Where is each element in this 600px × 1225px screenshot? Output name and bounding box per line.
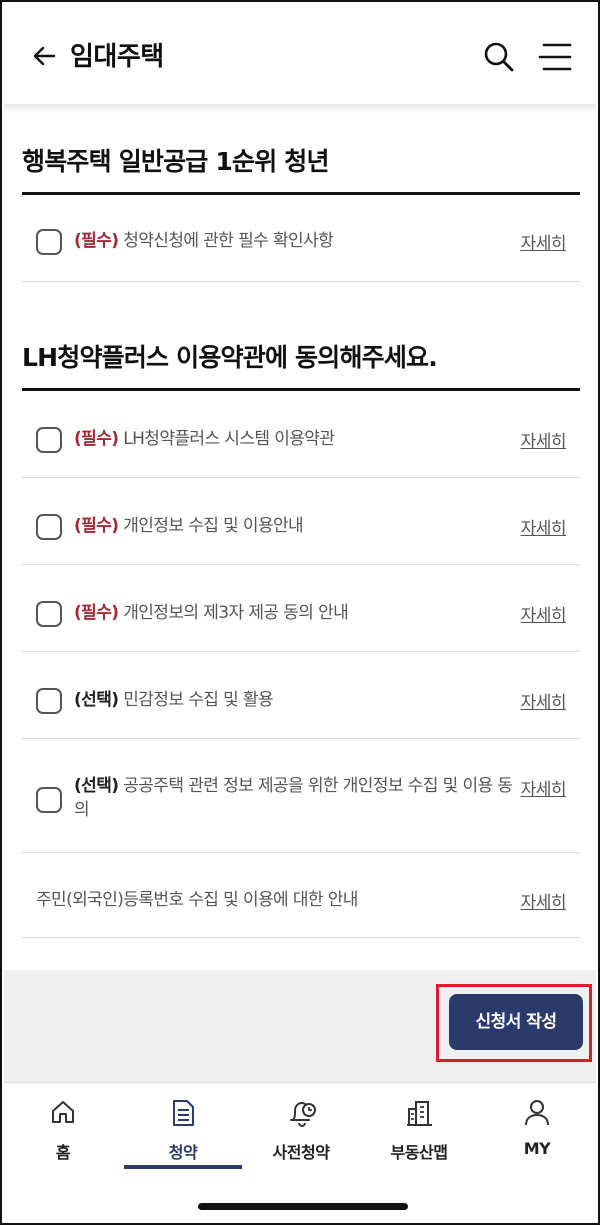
nav-label: 사전청약 (272, 1143, 330, 1162)
section-title-terms-agreement: LH청약플러스 이용약관에 동의해주세요. (22, 343, 438, 372)
detail-link[interactable]: 자세히 (521, 601, 567, 626)
section-title-supply-type: 행복주택 일반공급 1순위 청년 (22, 147, 330, 176)
agree-checkbox[interactable] (36, 688, 62, 714)
list-item: (필수) 개인정보의 제3자 제공 동의 안내 자세히 (22, 565, 580, 652)
page-title: 임대주택 (70, 42, 164, 72)
header-shadow (4, 104, 596, 114)
required-tag: (필수) (74, 603, 119, 623)
list-item: (선택) 공공주택 관련 정보 제공을 위한 개인정보 수집 및 이용 동의 자… (22, 739, 580, 853)
notice-label: 주민(외국인)등록번호 수집 및 이용에 대한 안내 (36, 890, 358, 910)
nav-item-my[interactable]: MY (478, 1083, 596, 1173)
terms-label: (필수) LH청약플러스 시스템 이용약관 (74, 429, 335, 449)
arrow-left-icon[interactable] (30, 42, 58, 70)
agree-checkbox[interactable] (36, 229, 62, 255)
required-tag: (필수) (74, 516, 119, 536)
list-item: (필수) LH청약플러스 시스템 이용약관 자세히 (22, 391, 580, 478)
list-item: (필수) 개인정보 수집 및 이용안내 자세히 (22, 478, 580, 565)
home-indicator-bar (198, 1203, 408, 1210)
nav-label: 부동산맵 (390, 1143, 448, 1162)
search-icon[interactable] (482, 40, 516, 74)
agree-checkbox[interactable] (36, 601, 62, 627)
agree-checkbox[interactable] (36, 427, 62, 453)
list-item: (필수) 청약신청에 관한 필수 확인사항 자세히 (22, 195, 580, 282)
nav-item-pre-subscription[interactable]: 사전청약 (242, 1083, 360, 1173)
nav-label: 홈 (55, 1143, 71, 1162)
detail-link[interactable]: 자세히 (521, 427, 567, 452)
hamburger-menu-icon[interactable] (538, 42, 572, 72)
terms-label: (필수) 개인정보 수집 및 이용안내 (74, 516, 304, 536)
required-tag: (필수) (74, 429, 119, 449)
nav-label: MY (523, 1139, 551, 1158)
home-icon (52, 1101, 74, 1123)
terms-label: (선택) 공공주택 관련 정보 제공을 위한 개인정보 수집 및 이용 동의 (74, 776, 513, 820)
action-area: 신청서 작성 (4, 970, 596, 1082)
user-icon (525, 1100, 549, 1126)
detail-link[interactable]: 자세히 (521, 229, 567, 254)
nav-item-home[interactable]: 홈 (4, 1083, 122, 1173)
detail-link[interactable]: 자세히 (521, 888, 567, 913)
terms-label: (선택) 민감정보 수집 및 활용 (74, 690, 274, 710)
agree-checkbox[interactable] (36, 787, 62, 813)
detail-link[interactable]: 자세히 (521, 514, 567, 539)
app-header: 임대주택 (4, 4, 596, 104)
apply-form-button[interactable]: 신청서 작성 (449, 994, 583, 1050)
terms-label: (필수) 개인정보의 제3자 제공 동의 안내 (74, 603, 349, 623)
nav-item-apply[interactable]: 청약 (124, 1083, 242, 1173)
agree-checkbox[interactable] (36, 514, 62, 540)
bottom-nav: 홈 청약 사전청약 부동산맵 MY (4, 1082, 596, 1223)
bell-clock-icon (290, 1101, 316, 1127)
nav-label: 청약 (168, 1143, 198, 1162)
nav-item-real-estate-map[interactable]: 부동산맵 (360, 1083, 478, 1173)
building-map-icon (407, 1101, 432, 1126)
optional-tag: (선택) (74, 690, 119, 710)
optional-tag: (선택) (74, 776, 119, 796)
required-tag: (필수) (74, 231, 119, 251)
active-tab-indicator (124, 1165, 242, 1169)
list-item: (선택) 민감정보 수집 및 활용 자세히 (22, 652, 580, 739)
detail-link[interactable]: 자세히 (521, 688, 567, 713)
document-icon (173, 1100, 194, 1126)
list-item: 주민(외국인)등록번호 수집 및 이용에 대한 안내 자세히 (22, 853, 580, 938)
detail-link[interactable]: 자세히 (521, 775, 567, 800)
app-frame: 임대주택 행복주택 일반공급 1순위 청년 (필수) 청약신청에 관한 필수 확… (0, 0, 600, 1225)
terms-label: (필수) 청약신청에 관한 필수 확인사항 (74, 231, 334, 251)
